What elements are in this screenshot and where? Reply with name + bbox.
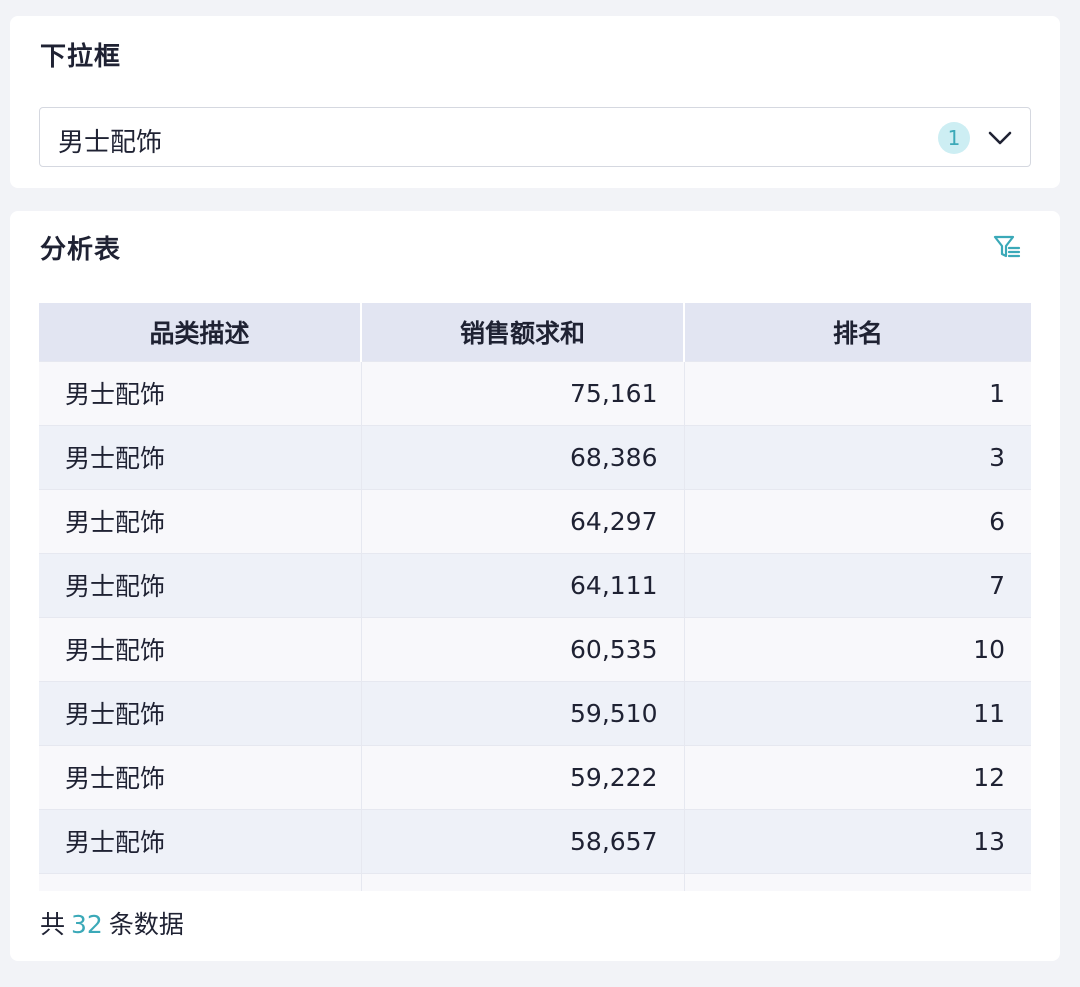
- cell-sales: 68,386: [361, 424, 685, 489]
- cell-rank: 10: [684, 616, 1031, 681]
- filter-card-title: 下拉框: [40, 42, 122, 72]
- table-row[interactable]: 男士配饰 64,297 6: [39, 488, 1031, 553]
- table-row[interactable]: 男士配饰 64,111 7: [39, 552, 1031, 617]
- cell-sales: 75,161: [361, 360, 685, 425]
- cell-rank-empty: [684, 872, 1031, 891]
- table-row[interactable]: 男士配饰 59,222 12: [39, 744, 1031, 809]
- filter-list-icon[interactable]: [992, 233, 1022, 261]
- cell-category: 男士配饰: [39, 680, 362, 745]
- cell-sales: 60,535: [361, 616, 685, 681]
- cell-category: 男士配饰: [39, 808, 362, 873]
- cell-sales: 59,222: [361, 744, 685, 809]
- table-row[interactable]: 男士配饰 60,535 10: [39, 616, 1031, 681]
- chevron-down-icon[interactable]: [986, 124, 1014, 152]
- cell-rank: 11: [684, 680, 1031, 745]
- cell-category: 男士配饰: [39, 488, 362, 553]
- cell-category: 男士配饰: [39, 744, 362, 809]
- footer-prefix: 共: [40, 910, 66, 939]
- category-dropdown[interactable]: 男士配饰 1: [39, 107, 1031, 167]
- cell-category-empty: [39, 872, 362, 891]
- cell-sales-empty: [361, 872, 685, 891]
- total-count: 32: [71, 910, 103, 939]
- cell-sales: 64,297: [361, 488, 685, 553]
- cell-rank: 13: [684, 808, 1031, 873]
- table-card-title: 分析表: [40, 235, 122, 265]
- table-row[interactable]: 男士配饰 59,510 11: [39, 680, 1031, 745]
- cell-rank: 6: [684, 488, 1031, 553]
- selected-count-badge: 1: [938, 122, 970, 154]
- cell-sales: 64,111: [361, 552, 685, 617]
- dropdown-selected-value: 男士配饰: [58, 128, 163, 158]
- cell-rank: 3: [684, 424, 1031, 489]
- table-row[interactable]: 男士配饰 58,657 13: [39, 808, 1031, 873]
- table-row-partial[interactable]: [39, 872, 1031, 891]
- analysis-table-card: 分析表 品类描述 销售额求和 排名 男士配饰 75,161 1 男士配饰 68,…: [10, 211, 1060, 961]
- column-header-sales[interactable]: 销售额求和: [361, 303, 685, 361]
- page: 下拉框 男士配饰 1 分析表 品类描述 销售额求和 排名 男士配饰 75,161…: [0, 0, 1080, 987]
- table-row[interactable]: 男士配饰 68,386 3: [39, 424, 1031, 489]
- column-header-rank[interactable]: 排名: [684, 303, 1031, 361]
- table-header-row: 品类描述 销售额求和 排名: [39, 303, 1031, 361]
- cell-sales: 58,657: [361, 808, 685, 873]
- cell-category: 男士配饰: [39, 552, 362, 617]
- cell-rank: 12: [684, 744, 1031, 809]
- analysis-table: 品类描述 销售额求和 排名 男士配饰 75,161 1 男士配饰 68,386 …: [39, 303, 1031, 891]
- cell-category: 男士配饰: [39, 424, 362, 489]
- cell-category: 男士配饰: [39, 360, 362, 425]
- cell-rank: 7: [684, 552, 1031, 617]
- footer-suffix: 条数据: [108, 910, 184, 939]
- filter-card: 下拉框 男士配饰 1: [10, 16, 1060, 188]
- cell-category: 男士配饰: [39, 616, 362, 681]
- column-header-category[interactable]: 品类描述: [39, 303, 362, 361]
- table-row[interactable]: 男士配饰 75,161 1: [39, 360, 1031, 425]
- table-footer: 共 32 条数据: [40, 905, 184, 941]
- cell-rank: 1: [684, 360, 1031, 425]
- cell-sales: 59,510: [361, 680, 685, 745]
- table-scroll-area[interactable]: 品类描述 销售额求和 排名 男士配饰 75,161 1 男士配饰 68,386 …: [39, 303, 1031, 891]
